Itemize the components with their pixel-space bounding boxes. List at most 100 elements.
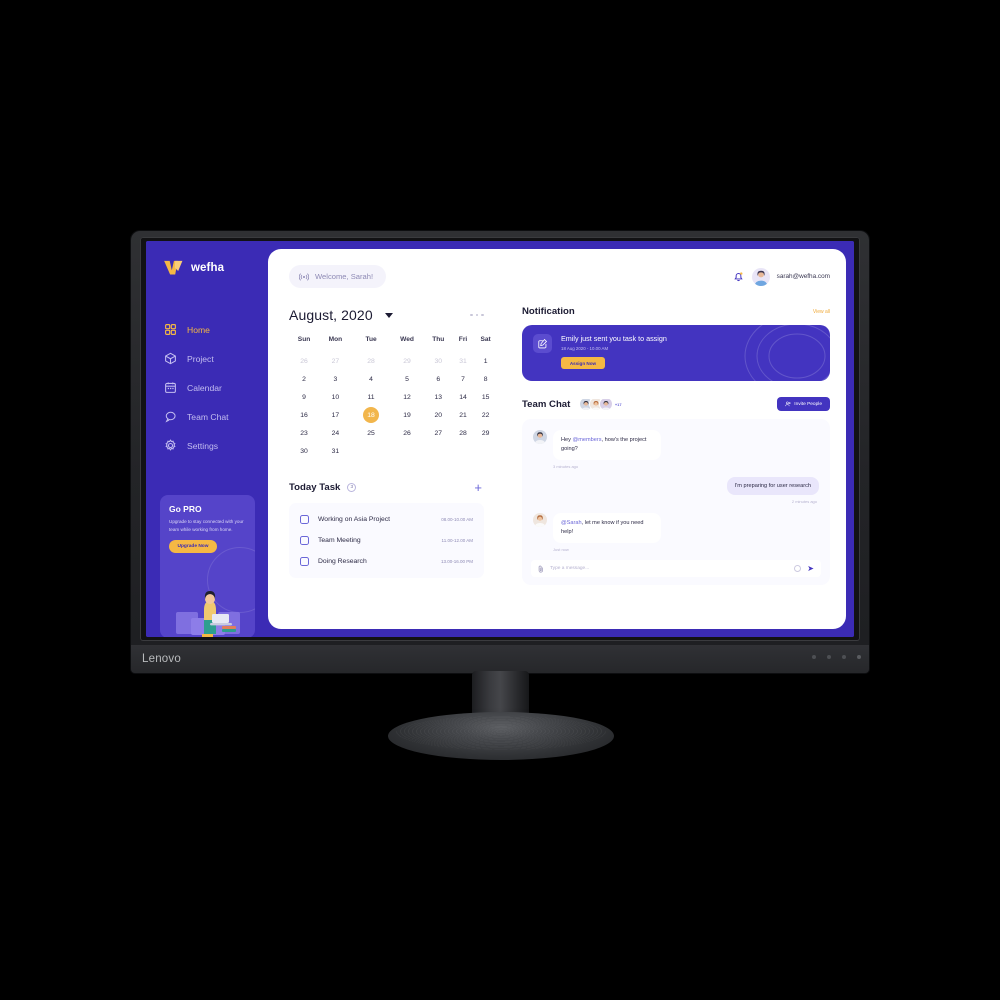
calendar-day-cell[interactable]: 25	[352, 424, 391, 442]
send-icon[interactable]: ➤	[807, 564, 814, 573]
add-task-button[interactable]: +	[474, 481, 482, 494]
chat-icon	[165, 411, 176, 423]
welcome-search-pill[interactable]: Welcome, Sarah!	[289, 265, 387, 288]
weekday: Fri	[458, 336, 468, 343]
promo-illustration	[176, 591, 240, 637]
notification-text-block: Emily just sent you task to assign 18 Au…	[561, 334, 667, 370]
app-logo[interactable]: wefha	[146, 255, 268, 281]
sidebar-item-project[interactable]: Project	[146, 344, 268, 373]
calendar-week-row: 9 10 11 12 13 14 15	[289, 388, 498, 406]
calendar-day-cell[interactable]: 31	[453, 352, 473, 370]
avatar-image	[751, 267, 770, 286]
calendar-day-cell[interactable]: 16	[289, 406, 319, 424]
mention-tag[interactable]: @Sarah	[561, 520, 582, 526]
calendar-day-cell[interactable]: 29	[473, 424, 498, 442]
calendar-day-cell[interactable]: 2	[289, 370, 319, 388]
monitor-brand-bar: Lenovo	[131, 645, 869, 673]
sidebar-item-home[interactable]: Home	[146, 315, 268, 344]
message-composer[interactable]: Type a message... ➤	[531, 560, 821, 577]
mention-tag[interactable]: @members	[573, 437, 602, 443]
calendar-day-cell[interactable]: 4	[352, 370, 391, 388]
avatar[interactable]	[751, 267, 770, 286]
calendar-week-row: 30 31	[289, 442, 498, 460]
power-button[interactable]	[857, 655, 861, 659]
sidebar-item-settings[interactable]: Settings	[146, 431, 268, 460]
osd-button[interactable]	[812, 655, 816, 659]
sidebar-item-calendar[interactable]: Calendar	[146, 373, 268, 402]
team-chat-header: Team Chat +17 Invite People	[522, 397, 830, 411]
task-row[interactable]: Team Meeting 11.00-12.00 AM	[289, 530, 484, 551]
calendar-day-cell[interactable]: 20	[424, 406, 453, 424]
calendar-day-cell[interactable]: 21	[453, 406, 473, 424]
calendar-day-cell[interactable]: 6	[424, 370, 453, 388]
task-checkbox[interactable]	[300, 536, 309, 545]
invite-people-label: Invite People	[794, 401, 822, 407]
promo-body: Upgrade to stay connected with your team…	[169, 519, 244, 532]
calendar-month-title: August, 2020	[289, 307, 373, 323]
lenovo-logo: Lenovo	[142, 653, 181, 665]
message-input[interactable]: Type a message...	[550, 566, 788, 571]
osd-button[interactable]	[842, 655, 846, 659]
assign-now-button[interactable]: Assign Now	[561, 357, 605, 369]
task-checkbox[interactable]	[300, 557, 309, 566]
calendar-day-cell[interactable]: 30	[424, 352, 453, 370]
view-all-link[interactable]: View all	[813, 309, 830, 315]
calendar-day-cell[interactable]: 28	[352, 352, 391, 370]
chat-message-list[interactable]: Hey @members, how's the project going? 3…	[522, 419, 830, 585]
calendar-day-cell[interactable]: 28	[453, 424, 473, 442]
calendar-day-cell[interactable]: 1	[473, 352, 498, 370]
calendar-day-cell[interactable]: 11	[352, 388, 391, 406]
dot	[475, 313, 479, 317]
edit-square-icon	[533, 334, 552, 353]
calendar-day-cell[interactable]: 17	[319, 406, 352, 424]
calendar-day-cell[interactable]: 23	[289, 424, 319, 442]
task-name: Working on Asia Project	[318, 516, 391, 523]
calendar-day-cell[interactable]: 3	[319, 370, 352, 388]
app-logo-text: wefha	[191, 262, 225, 274]
chevron-down-icon[interactable]	[384, 312, 393, 318]
paperclip-icon[interactable]	[538, 565, 544, 573]
member-avatar-stack[interactable]: +17	[579, 397, 622, 411]
calendar-day-cell[interactable]: 27	[424, 424, 453, 442]
calendar-day-cell[interactable]: 26	[390, 424, 423, 442]
task-row[interactable]: Working on Asia Project 08.00-10.00 AM	[289, 509, 484, 530]
task-time: 13.00-16.00 PM	[440, 559, 473, 564]
sidebar-item-label: Home	[187, 324, 210, 335]
calendar-day-cell[interactable]: 13	[424, 388, 453, 406]
calendar-week-row: 23 24 25 26 27 28 29	[289, 424, 498, 442]
task-row[interactable]: Doing Research 13.00-16.00 PM	[289, 551, 484, 572]
emoji-icon[interactable]	[794, 565, 802, 572]
calendar-day-cell[interactable]: 5	[390, 370, 423, 388]
upgrade-now-button[interactable]: Upgrade Now	[169, 540, 217, 554]
calendar-day-cell[interactable]: 29	[390, 352, 423, 370]
calendar-day-cell[interactable]: 19	[390, 406, 423, 424]
calendar-weekday-row: Sun Mon Tue Wed Thu Fri Sat	[289, 336, 498, 352]
calendar-day-cell[interactable]: 15	[473, 388, 498, 406]
calendar-day-cell[interactable]: 8	[473, 370, 498, 388]
calendar-header: August, 2020	[289, 307, 498, 323]
calendar-day-cell[interactable]: 27	[319, 352, 352, 370]
osd-buttons[interactable]	[812, 655, 861, 659]
invite-people-button[interactable]: Invite People	[777, 397, 830, 411]
calendar-day-cell[interactable]: 22	[473, 406, 498, 424]
calendar-grid: Sun Mon Tue Wed Thu Fri Sat 26 27 28 29 30 31…	[289, 336, 498, 460]
sidebar-item-label: Team Chat	[187, 411, 229, 422]
calendar-day-cell[interactable]: 9	[289, 388, 319, 406]
sidebar-item-team-chat[interactable]: Team Chat	[146, 402, 268, 431]
task-checkbox[interactable]	[300, 515, 309, 524]
weekday: Wed	[400, 336, 414, 343]
screenshot-stage: wefha Home Project Calendar Team Chat Se…	[0, 0, 1000, 1000]
notification-message: Emily just sent you task to assign	[561, 334, 667, 343]
calendar-day-cell[interactable]: 7	[453, 370, 473, 388]
calendar-day-cell[interactable]: 18	[352, 406, 391, 424]
osd-button[interactable]	[827, 655, 831, 659]
calendar-day-cell[interactable]: 14	[453, 388, 473, 406]
calendar-day-cell[interactable]: 10	[319, 388, 352, 406]
calendar-day-cell[interactable]: 31	[319, 442, 352, 460]
calendar-day-cell[interactable]: 26	[289, 352, 319, 370]
calendar-day-cell[interactable]: 24	[319, 424, 352, 442]
calendar-day-cell[interactable]: 30	[289, 442, 319, 460]
calendar-more-menu[interactable]	[470, 313, 498, 317]
calendar-day-cell[interactable]: 12	[390, 388, 423, 406]
bell-icon[interactable]	[732, 270, 745, 283]
